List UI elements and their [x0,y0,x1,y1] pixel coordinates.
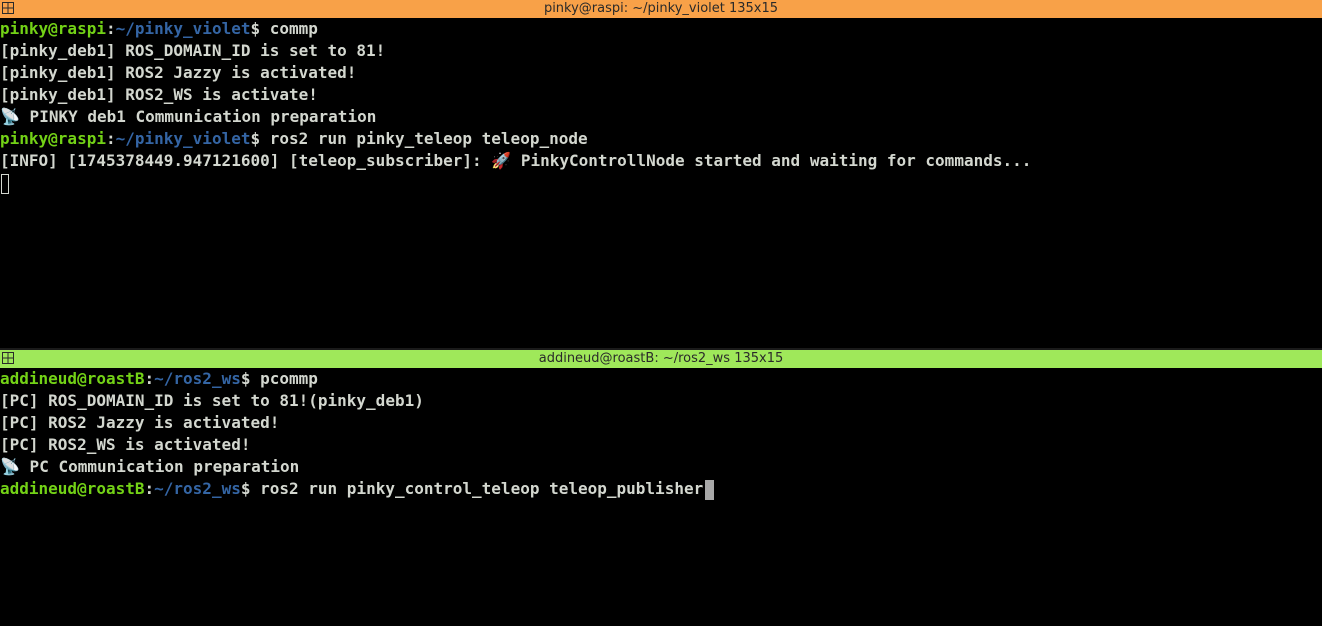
satellite-antenna-icon: 📡 [0,457,20,476]
prompt-separator: : [105,19,116,38]
command-text: ros2 run pinky_control_teleop teleop_pub… [260,479,704,498]
titlebar-bottom[interactable]: addineud@roastB: ~/ros2_ws 135x15 [0,350,1322,368]
rocket-icon: 🚀 [491,151,512,170]
prompt-separator: : [144,479,155,498]
prompt-separator: : [144,369,155,388]
prompt-end: $ [250,19,270,38]
titlebar-top[interactable]: pinky@raspi: ~/pinky_violet 135x15 [0,0,1322,18]
command-text: pcommp [260,369,318,388]
terminal-cursor [705,479,715,500]
cursor-line [0,172,1322,194]
terminal-pane-top[interactable]: pinky@raspi: ~/pinky_violet 135x15 pinky… [0,0,1322,348]
output-line: [PC] ROS2 Jazzy is activated! [0,413,280,432]
info-text: PinkyControllNode started and waiting fo… [511,151,1032,170]
terminal-screen: pinky@raspi: ~/pinky_violet 135x15 pinky… [0,0,1322,626]
prompt-path: ~/ros2_ws [154,369,241,388]
terminal-output-bottom[interactable]: addineud@roastB:~/ros2_ws$ pcommp [PC] R… [0,368,1322,500]
prompt-path: ~/pinky_violet [115,19,251,38]
window-title: addineud@roastB: ~/ros2_ws 135x15 [538,351,784,366]
output-line: [pinky_deb1] ROS_DOMAIN_ID is set to 81! [0,41,386,60]
command-text: ros2 run pinky_teleop teleop_node [269,129,588,148]
prompt-user: addineud@roastB [0,369,145,388]
window-menu-icon[interactable] [2,352,14,364]
prompt-end: $ [250,129,270,148]
prep-text: PC Communication preparation [19,457,300,476]
prep-text: PINKY deb1 Communication preparation [19,107,377,126]
satellite-antenna-icon: 📡 [0,107,20,126]
window-title: pinky@raspi: ~/pinky_violet 135x15 [543,1,779,16]
output-line: [PC] ROS2_WS is activated! [0,435,251,454]
prompt-path: ~/ros2_ws [154,479,241,498]
prompt-separator: : [105,129,116,148]
prompt-line: pinky@raspi:~/pinky_violet$ commp [0,18,1322,40]
terminal-cursor [1,173,9,194]
output-line: [INFO] [1745378449.947121600] [teleop_su… [0,150,1322,172]
info-prefix: [INFO] [1745378449.947121600] [teleop_su… [0,151,492,170]
prompt-line: addineud@roastB:~/ros2_ws$ ros2 run pink… [0,478,1322,500]
prompt-user: pinky@raspi [0,129,106,148]
window-menu-icon[interactable] [2,2,14,14]
output-line: [pinky_deb1] ROS2_WS is activate! [0,85,318,104]
terminal-pane-bottom[interactable]: addineud@roastB: ~/ros2_ws 135x15 addine… [0,350,1322,626]
prompt-user: addineud@roastB [0,479,145,498]
prompt-end: $ [240,479,261,498]
output-line: 📡 PINKY deb1 Communication preparation [0,106,1322,128]
prompt-line: pinky@raspi:~/pinky_violet$ ros2 run pin… [0,128,1322,150]
output-line: [pinky_deb1] ROS2 Jazzy is activated! [0,63,357,82]
terminal-output-top[interactable]: pinky@raspi:~/pinky_violet$ commp [pinky… [0,18,1322,194]
output-line: 📡 PC Communication preparation [0,456,1322,478]
prompt-user: pinky@raspi [0,19,106,38]
prompt-end: $ [240,369,261,388]
command-text: commp [269,19,318,38]
output-line: [PC] ROS_DOMAIN_ID is set to 81!(pinky_d… [0,391,424,410]
prompt-path: ~/pinky_violet [115,129,251,148]
prompt-line: addineud@roastB:~/ros2_ws$ pcommp [0,368,1322,390]
